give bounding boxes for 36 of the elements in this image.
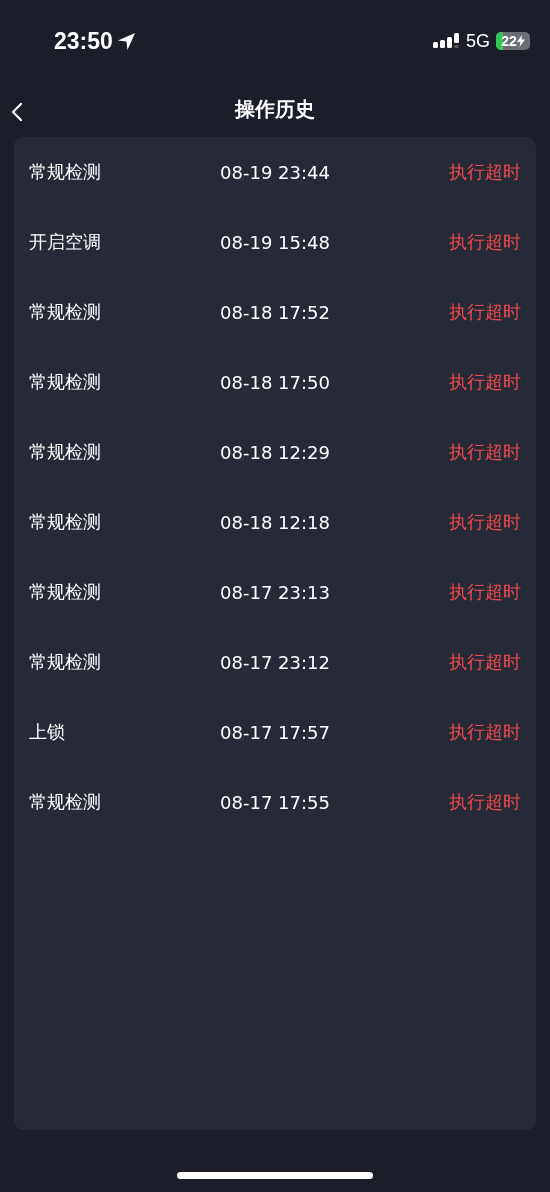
time-label: 08-19 23:44 [220,161,330,183]
action-name: 常规检测 [29,300,101,324]
status-text: 执行超时 [449,720,521,744]
action-name: 常规检测 [29,510,101,534]
clock-time: 23:50 [54,27,113,55]
time-label: 08-17 23:12 [220,651,330,673]
action-name: 常规检测 [29,650,101,674]
page-title: 操作历史 [235,96,315,123]
status-text: 执行超时 [449,650,521,674]
back-icon[interactable] [11,102,23,122]
action-name: 常规检测 [29,580,101,604]
signal-icon [433,32,460,50]
time-label: 08-18 12:18 [220,511,330,533]
time-label: 08-19 15:48 [220,231,330,253]
time-label: 08-18 17:52 [220,301,330,323]
action-name: 上锁 [29,720,65,744]
network-label: 5G [466,30,490,52]
action-name: 常规检测 [29,160,101,184]
time-label: 08-17 17:57 [220,721,330,743]
action-name: 常规检测 [29,440,101,464]
location-arrow-icon [116,31,136,51]
time-label: 08-17 23:13 [220,581,330,603]
status-text: 执行超时 [449,790,521,814]
status-text: 执行超时 [449,160,521,184]
status-text: 执行超时 [449,440,521,464]
status-text: 执行超时 [449,230,521,254]
action-name: 开启空调 [29,230,101,254]
status-text: 执行超时 [449,580,521,604]
time-label: 08-18 12:29 [220,441,330,463]
time-label: 08-17 17:55 [220,791,330,813]
status-text: 执行超时 [449,370,521,394]
action-name: 常规检测 [29,790,101,814]
status-text: 执行超时 [449,300,521,324]
time-label: 08-18 17:50 [220,371,330,393]
action-name: 常规检测 [29,370,101,394]
status-text: 执行超时 [449,510,521,534]
